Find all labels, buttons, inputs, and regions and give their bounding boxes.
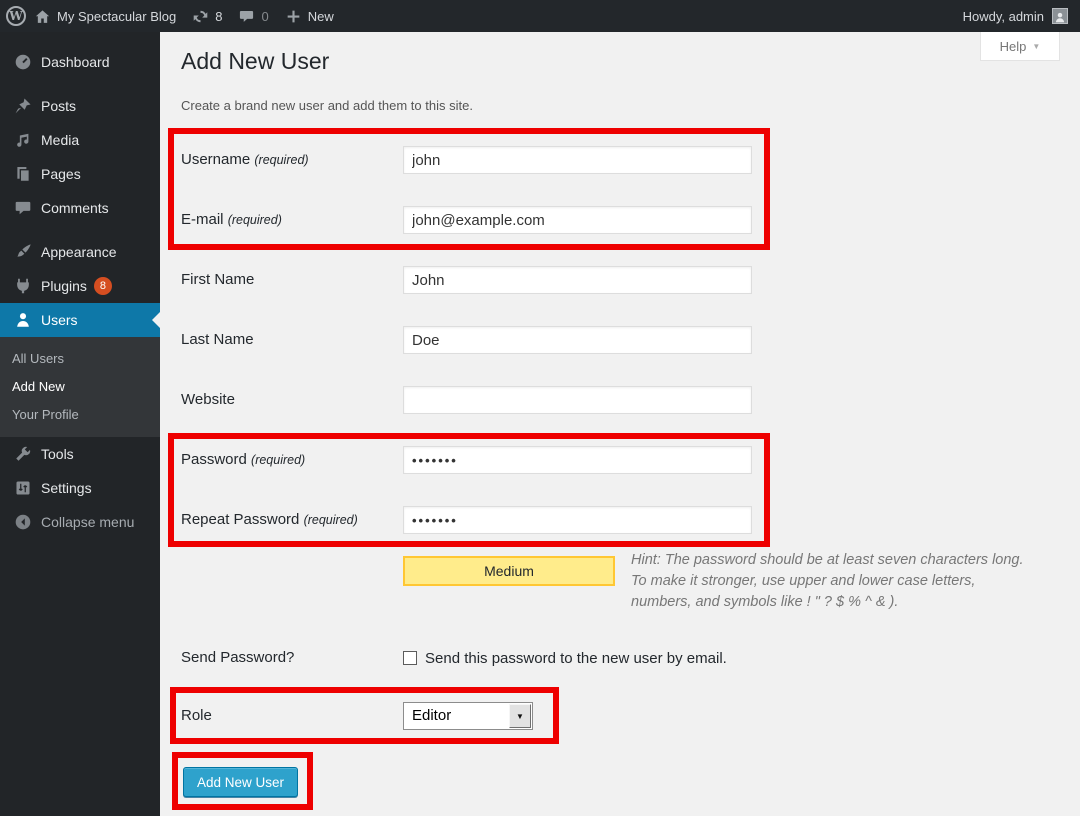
updates-link[interactable]: 8 (184, 0, 230, 32)
sidebar-item-media[interactable]: Media (0, 123, 160, 157)
sidebar-item-pages[interactable]: Pages (0, 157, 160, 191)
new-content-link[interactable]: New (277, 0, 342, 32)
comments-icon (14, 199, 32, 217)
home-icon (34, 8, 51, 25)
sidebar-item-plugins[interactable]: Plugins 8 (0, 269, 160, 303)
site-name-label: My Spectacular Blog (57, 9, 176, 24)
repeat-password-label: Repeat Password (required) (181, 506, 396, 534)
admin-sidebar: Dashboard Posts Media Pages Comments App… (0, 32, 160, 816)
wrench-icon (14, 445, 32, 463)
help-button[interactable]: Help ▼ (980, 32, 1060, 61)
page-subtitle: Create a brand new user and add them to … (181, 98, 473, 113)
pages-icon (14, 165, 32, 183)
sidebar-item-settings[interactable]: Settings (0, 471, 160, 505)
main-content: Help ▼ Add New User Create a brand new u… (160, 32, 1080, 816)
paintbrush-icon (14, 243, 32, 261)
plug-icon (14, 277, 32, 295)
password-input[interactable] (403, 446, 752, 474)
update-count: 8 (215, 9, 222, 24)
pushpin-icon (14, 97, 32, 115)
users-icon (14, 311, 32, 329)
comment-count: 0 (261, 9, 268, 24)
sidebar-item-collapse-menu[interactable]: Collapse menu (0, 505, 160, 539)
comment-bubble-icon (238, 8, 255, 25)
chevron-down-icon: ▼ (516, 712, 524, 721)
repeat-password-input[interactable] (403, 506, 752, 534)
username-label: Username (required) (181, 146, 396, 174)
sidebar-item-appearance[interactable]: Appearance (0, 235, 160, 269)
media-note-icon (14, 131, 32, 149)
sidebar-item-users[interactable]: Users (0, 303, 160, 337)
admin-bar: W My Spectacular Blog 8 0 New Howdy, adm… (0, 0, 1080, 32)
role-selected-value: Editor (412, 703, 451, 729)
submenu-all-users[interactable]: All Users (0, 345, 160, 373)
avatar[interactable] (1052, 8, 1068, 24)
howdy-admin-link[interactable]: Howdy, admin (963, 9, 1044, 24)
password-hint-area: Medium Hint: The password should be at l… (403, 550, 1039, 613)
plugins-update-badge: 8 (94, 277, 112, 295)
add-new-user-button[interactable]: Add New User (183, 767, 298, 797)
sidebar-item-posts[interactable]: Posts (0, 89, 160, 123)
send-password-label: Send Password? (181, 644, 396, 672)
site-name-link[interactable]: My Spectacular Blog (26, 0, 184, 32)
settings-sliders-icon (14, 479, 32, 497)
sidebar-item-dashboard[interactable]: Dashboard (0, 45, 160, 79)
sidebar-item-tools[interactable]: Tools (0, 437, 160, 471)
first-name-label: First Name (181, 266, 396, 294)
dashboard-gauge-icon (14, 53, 32, 71)
website-input[interactable] (403, 386, 752, 414)
page-title: Add New User (181, 48, 329, 75)
last-name-label: Last Name (181, 326, 396, 354)
send-password-checkbox[interactable] (403, 651, 417, 665)
password-label: Password (required) (181, 446, 396, 474)
wordpress-logo-icon[interactable]: W (6, 6, 26, 26)
password-hint-text: Hint: The password should be at least se… (631, 552, 1024, 610)
email-input[interactable] (403, 206, 752, 234)
last-name-input[interactable] (403, 326, 752, 354)
website-label: Website (181, 386, 396, 414)
updates-icon (192, 8, 209, 25)
role-label: Role (181, 702, 396, 730)
first-name-input[interactable] (403, 266, 752, 294)
chevron-down-icon: ▼ (1032, 42, 1040, 51)
plus-icon (285, 8, 302, 25)
collapse-arrow-icon (14, 513, 32, 531)
comments-link[interactable]: 0 (230, 0, 276, 32)
submenu-add-new[interactable]: Add New (0, 373, 160, 401)
new-label: New (308, 9, 334, 24)
sidebar-item-comments[interactable]: Comments (0, 191, 160, 225)
username-input[interactable] (403, 146, 752, 174)
submenu-your-profile[interactable]: Your Profile (0, 401, 160, 429)
select-dropdown-button[interactable]: ▼ (509, 704, 531, 728)
send-password-checkbox-label: Send this password to the new user by em… (425, 650, 727, 667)
person-icon (1054, 11, 1066, 23)
users-submenu: All Users Add New Your Profile (0, 337, 160, 437)
role-select[interactable]: Editor ▼ (403, 702, 533, 730)
wordpress-admin-page: W My Spectacular Blog 8 0 New Howdy, adm… (0, 0, 1080, 816)
email-label: E-mail (required) (181, 206, 396, 234)
password-strength-meter: Medium (403, 556, 615, 586)
